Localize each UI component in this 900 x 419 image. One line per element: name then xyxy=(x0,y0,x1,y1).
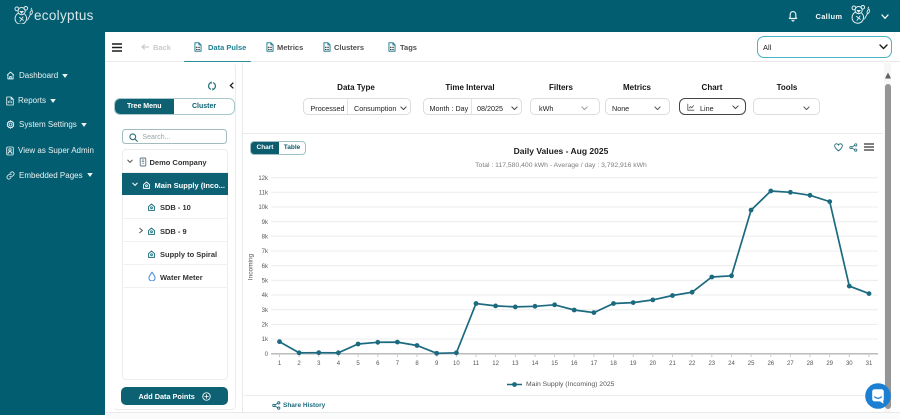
svg-text:11k: 11k xyxy=(259,191,269,197)
svg-text:15: 15 xyxy=(551,361,558,367)
svg-text:3: 3 xyxy=(317,361,321,367)
svg-text:13: 13 xyxy=(512,361,519,367)
svg-text:30: 30 xyxy=(846,361,853,367)
svg-text:2: 2 xyxy=(297,361,301,367)
svg-text:6: 6 xyxy=(376,361,380,367)
svg-text:26: 26 xyxy=(767,361,774,367)
svg-text:29: 29 xyxy=(826,361,833,367)
svg-text:1k: 1k xyxy=(262,337,269,343)
svg-text:0: 0 xyxy=(265,352,269,358)
svg-text:28: 28 xyxy=(807,361,814,367)
svg-text:25: 25 xyxy=(748,361,755,367)
svg-text:1: 1 xyxy=(278,361,282,367)
svg-text:16: 16 xyxy=(571,361,578,367)
svg-text:4k: 4k xyxy=(262,293,269,299)
svg-text:19: 19 xyxy=(630,361,637,367)
svg-text:3k: 3k xyxy=(262,308,269,314)
svg-text:5: 5 xyxy=(356,361,360,367)
svg-text:9: 9 xyxy=(435,361,439,367)
svg-text:12k: 12k xyxy=(258,176,269,182)
svg-text:31: 31 xyxy=(866,361,873,367)
svg-text:10: 10 xyxy=(453,361,460,367)
svg-text:8: 8 xyxy=(415,361,419,367)
svg-text:22: 22 xyxy=(689,361,696,367)
svg-text:4: 4 xyxy=(337,361,341,367)
svg-text:Incoming: Incoming xyxy=(248,253,255,280)
svg-text:5k: 5k xyxy=(262,279,269,285)
svg-text:7: 7 xyxy=(396,361,400,367)
svg-text:12: 12 xyxy=(492,361,499,367)
svg-text:27: 27 xyxy=(787,361,794,367)
svg-text:9k: 9k xyxy=(262,220,269,226)
svg-text:6k: 6k xyxy=(262,264,269,270)
svg-text:2k: 2k xyxy=(262,323,269,329)
svg-text:10k: 10k xyxy=(258,205,269,211)
svg-text:14: 14 xyxy=(532,361,539,367)
svg-text:21: 21 xyxy=(669,361,676,367)
svg-text:18: 18 xyxy=(610,361,617,367)
svg-text:8k: 8k xyxy=(262,235,269,241)
svg-text:24: 24 xyxy=(728,361,735,367)
svg-text:17: 17 xyxy=(591,361,598,367)
svg-text:20: 20 xyxy=(649,361,656,367)
svg-text:7k: 7k xyxy=(262,249,269,255)
svg-text:11: 11 xyxy=(473,361,480,367)
svg-text:23: 23 xyxy=(708,361,715,367)
